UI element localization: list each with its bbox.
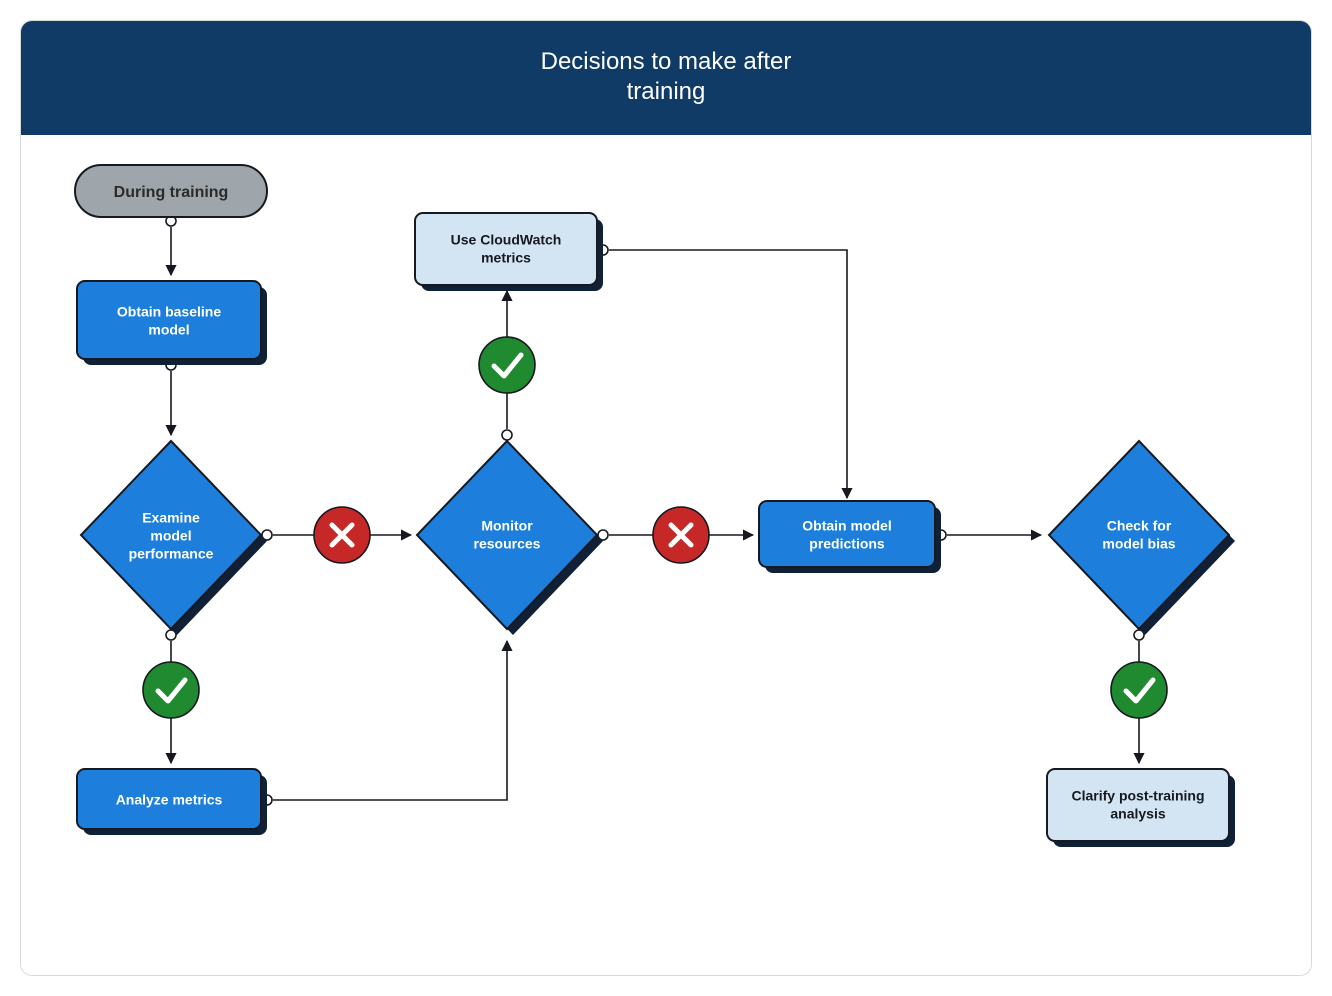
cloudwatch-l1: Use CloudWatch xyxy=(451,232,562,248)
examine-l2: model xyxy=(150,528,191,544)
node-examine-performance: Examine model performance xyxy=(81,441,267,635)
node-check-bias: Check for model bias xyxy=(1049,441,1235,635)
check-bias-l2: model bias xyxy=(1102,536,1175,552)
edges xyxy=(166,216,1144,805)
check-bias-l1: Check for xyxy=(1107,518,1172,534)
examine-l1: Examine xyxy=(142,510,200,526)
node-analyze-metrics: Analyze metrics xyxy=(77,769,267,835)
node-during-training: During training xyxy=(75,165,267,217)
yes-icon-3 xyxy=(1111,662,1167,718)
node-obtain-baseline: Obtain baseline model xyxy=(77,281,267,365)
obtain-baseline-l1: Obtain baseline xyxy=(117,304,221,320)
yes-icon-1 xyxy=(143,662,199,718)
node-monitor-resources: Monitor resources xyxy=(417,441,603,635)
node-obtain-predictions: Obtain model predictions xyxy=(759,501,941,573)
cloudwatch-l2: metrics xyxy=(481,250,531,266)
analyze-metrics-label: Analyze metrics xyxy=(116,792,223,808)
monitor-l2: resources xyxy=(474,536,541,552)
no-icon-1 xyxy=(314,507,370,563)
no-icon-2 xyxy=(653,507,709,563)
monitor-l1: Monitor xyxy=(481,518,533,534)
yes-icon-2 xyxy=(479,337,535,393)
examine-l3: performance xyxy=(129,546,214,562)
diagram-frame: Decisions to make after training xyxy=(20,20,1312,976)
node-use-cloudwatch: Use CloudWatch metrics xyxy=(415,213,603,291)
flowchart-svg: During training Obtain baseline model Ex… xyxy=(21,135,1312,975)
diagram-header: Decisions to make after training xyxy=(21,21,1311,135)
obtain-pred-l2: predictions xyxy=(809,536,885,552)
diagram-canvas: During training Obtain baseline model Ex… xyxy=(21,135,1311,975)
clarify-l1: Clarify post-training xyxy=(1071,788,1204,804)
obtain-pred-l1: Obtain model xyxy=(802,518,891,534)
clarify-l2: analysis xyxy=(1110,806,1165,822)
node-clarify-analysis: Clarify post-training analysis xyxy=(1047,769,1235,847)
obtain-baseline-l2: model xyxy=(148,322,189,338)
during-training-label: During training xyxy=(114,184,229,201)
header-title-line1: Decisions to make after xyxy=(21,47,1311,77)
header-title-line2: training xyxy=(21,77,1311,107)
